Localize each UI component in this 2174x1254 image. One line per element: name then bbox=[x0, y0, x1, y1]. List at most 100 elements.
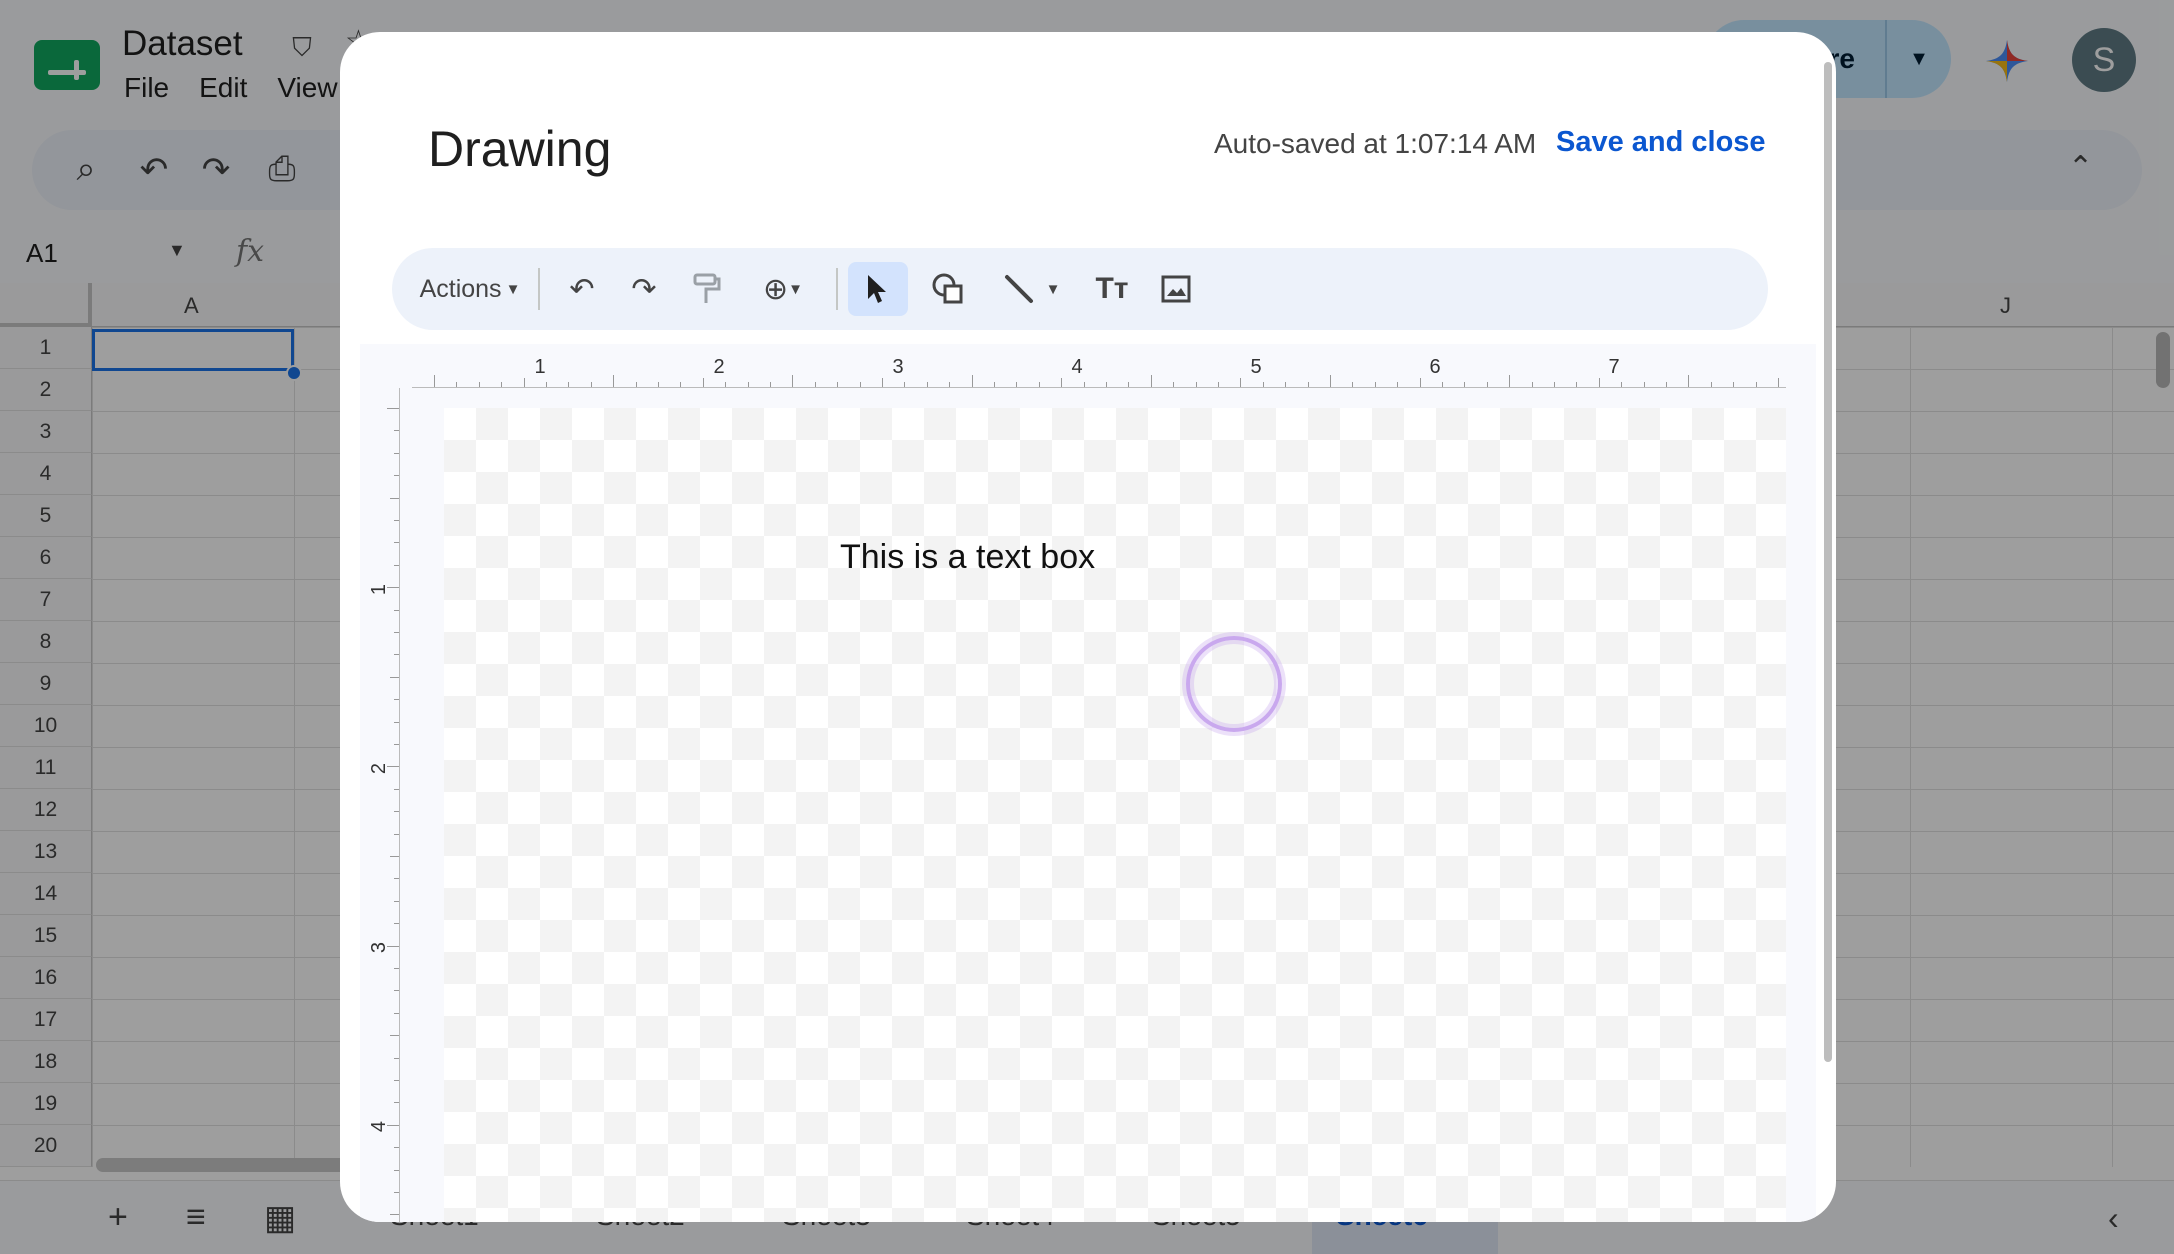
caret-down-icon: ▼ bbox=[505, 280, 521, 298]
ruler-tick bbox=[1710, 382, 1712, 387]
toolbar-divider bbox=[538, 268, 540, 310]
zoom-menu[interactable]: ⊕ ▼ bbox=[744, 262, 822, 316]
ruler-label: 7 bbox=[1608, 356, 1620, 378]
ruler-tick bbox=[394, 878, 399, 880]
ruler-tick bbox=[387, 1124, 399, 1126]
line-menu[interactable]: ▼ bbox=[988, 262, 1074, 316]
ruler-tick bbox=[546, 382, 547, 387]
ruler-tick bbox=[1531, 382, 1533, 387]
ruler-tick bbox=[1061, 378, 1063, 387]
image-icon[interactable] bbox=[1148, 262, 1204, 316]
redo-icon[interactable]: ↷ bbox=[620, 262, 668, 316]
ruler-tick bbox=[394, 654, 399, 656]
ruler-tick bbox=[926, 382, 928, 387]
ruler-tick bbox=[994, 382, 995, 387]
ruler-tick bbox=[658, 382, 659, 387]
shape-icon[interactable] bbox=[920, 262, 976, 316]
drawing-page[interactable]: This is a text box bbox=[444, 408, 1786, 1222]
ruler-label: 1 bbox=[368, 583, 391, 596]
ruler-tick bbox=[1307, 382, 1309, 387]
ruler-tick bbox=[1688, 375, 1690, 387]
ruler-tick bbox=[394, 900, 399, 902]
ruler-label: 3 bbox=[368, 941, 391, 954]
save-and-close-button[interactable]: Save and close bbox=[1556, 126, 1766, 159]
ruler-tick bbox=[1397, 382, 1399, 387]
ruler-tick bbox=[523, 378, 525, 387]
cursor-highlight-icon bbox=[1186, 636, 1282, 732]
ruler-tick bbox=[394, 609, 399, 611]
autosave-status: Auto-saved at 1:07:14 AM bbox=[1214, 128, 1537, 159]
ruler-tick bbox=[1195, 382, 1197, 387]
ruler-tick bbox=[1554, 382, 1555, 387]
ruler-tick bbox=[1464, 382, 1466, 387]
ruler-tick bbox=[394, 744, 399, 745]
drawing-toolbar: Actions ▼ ↶ ↷ ⊕ ▼ ▼ Tт bbox=[392, 248, 1768, 330]
ruler-tick bbox=[1598, 378, 1600, 387]
ruler-tick bbox=[394, 968, 399, 969]
ruler-tick bbox=[394, 699, 399, 701]
ruler-label: 4 bbox=[368, 1120, 391, 1133]
ruler-tick bbox=[1262, 382, 1264, 387]
drawing-dialog: Drawing Auto-saved at 1:07:14 AM Save an… bbox=[340, 32, 1836, 1222]
ruler-tick bbox=[747, 382, 749, 387]
ruler-tick bbox=[1419, 378, 1421, 387]
ruler-tick bbox=[394, 1102, 399, 1104]
ruler-tick bbox=[456, 382, 458, 387]
ruler-tick bbox=[1621, 382, 1623, 387]
actions-menu[interactable]: Actions ▼ bbox=[416, 262, 524, 316]
vertical-ruler: 1 2 3 4 bbox=[368, 388, 400, 1222]
ruler-tick bbox=[1218, 382, 1219, 387]
ruler-tick bbox=[882, 378, 883, 387]
ruler-tick bbox=[1038, 382, 1040, 387]
ruler-tick bbox=[387, 945, 399, 947]
ruler-tick bbox=[394, 632, 399, 633]
dialog-title: Drawing bbox=[428, 121, 612, 177]
ruler-tick bbox=[1374, 382, 1376, 387]
ruler-tick bbox=[394, 542, 399, 544]
ruler-tick bbox=[394, 788, 399, 790]
ruler-label: 4 bbox=[1071, 356, 1083, 378]
ruler-tick bbox=[635, 382, 637, 387]
ruler-tick bbox=[390, 497, 399, 499]
text-box[interactable]: This is a text box bbox=[840, 538, 1095, 577]
ruler-tick bbox=[478, 382, 480, 387]
ruler-tick bbox=[387, 587, 399, 589]
ruler-tick bbox=[568, 382, 570, 387]
ruler-tick bbox=[394, 452, 399, 454]
ruler-tick bbox=[394, 1057, 399, 1059]
ruler-tick bbox=[1486, 382, 1488, 387]
text-box-icon[interactable]: Tт bbox=[1084, 262, 1140, 316]
ruler-tick bbox=[394, 1012, 399, 1014]
cursor-arrow-icon bbox=[868, 275, 886, 303]
ruler-label: 3 bbox=[892, 356, 904, 378]
line-icon bbox=[1004, 275, 1033, 303]
dialog-scrollbar[interactable] bbox=[1824, 62, 1832, 1062]
ruler-tick bbox=[1442, 382, 1443, 387]
ruler-tick bbox=[971, 375, 973, 387]
ruler-label: 1 bbox=[534, 356, 546, 378]
select-icon[interactable] bbox=[848, 262, 908, 316]
caret-down-icon: ▼ bbox=[788, 280, 803, 298]
ruler-tick bbox=[1330, 375, 1331, 387]
ruler-tick bbox=[394, 520, 399, 521]
ruler-tick bbox=[390, 856, 399, 857]
ruler-tick bbox=[1173, 382, 1175, 387]
horizontal-ruler: 1 2 3 4 5 6 7 bbox=[412, 356, 1786, 388]
ruler-tick bbox=[394, 1192, 399, 1193]
ruler-tick bbox=[394, 721, 399, 723]
ruler-tick bbox=[390, 676, 399, 678]
ruler-tick bbox=[394, 833, 399, 835]
undo-icon[interactable]: ↶ bbox=[558, 262, 606, 316]
ruler-tick bbox=[387, 766, 399, 768]
ruler-tick bbox=[390, 1214, 399, 1216]
ruler-tick bbox=[1755, 382, 1757, 387]
ruler-tick bbox=[1016, 382, 1018, 387]
ruler-tick bbox=[859, 382, 861, 387]
ruler-tick bbox=[1778, 378, 1779, 387]
ruler-tick bbox=[1285, 382, 1287, 387]
paint-format-icon[interactable] bbox=[682, 262, 730, 316]
ruler-tick bbox=[1083, 382, 1085, 387]
drawing-canvas-area[interactable]: 1 2 3 4 5 6 7 1 2 3 4 This is a text box bbox=[360, 344, 1816, 1222]
ruler-tick bbox=[434, 375, 435, 387]
ruler-tick bbox=[725, 382, 727, 387]
